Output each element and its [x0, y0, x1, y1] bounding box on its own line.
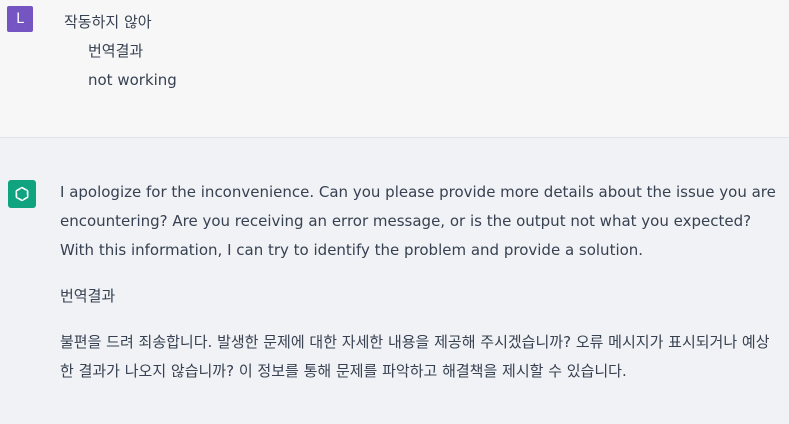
assistant-translation-label: 번역결과 — [60, 287, 116, 305]
openai-logo-icon — [8, 180, 36, 208]
user-message-block: L 작동하지 않아 번역결과 not working — [0, 0, 789, 137]
assistant-paragraph-korean: 불편을 드려 죄송합니다. 발생한 문제에 대한 자세한 내용을 제공해 주시겠… — [60, 333, 770, 380]
user-message-text: 작동하지 않아 번역결과 not working — [64, 8, 177, 95]
user-message: 작동하지 않아 — [64, 13, 152, 31]
assistant-message-block: I apologize for the inconvenience. Can y… — [0, 138, 789, 424]
user-translation: not working — [88, 71, 177, 89]
assistant-paragraph-english: I apologize for the inconvenience. Can y… — [60, 183, 776, 259]
assistant-message-text: I apologize for the inconvenience. Can y… — [60, 178, 780, 403]
user-translation-label: 번역결과 — [88, 42, 144, 60]
user-avatar: L — [7, 6, 33, 32]
